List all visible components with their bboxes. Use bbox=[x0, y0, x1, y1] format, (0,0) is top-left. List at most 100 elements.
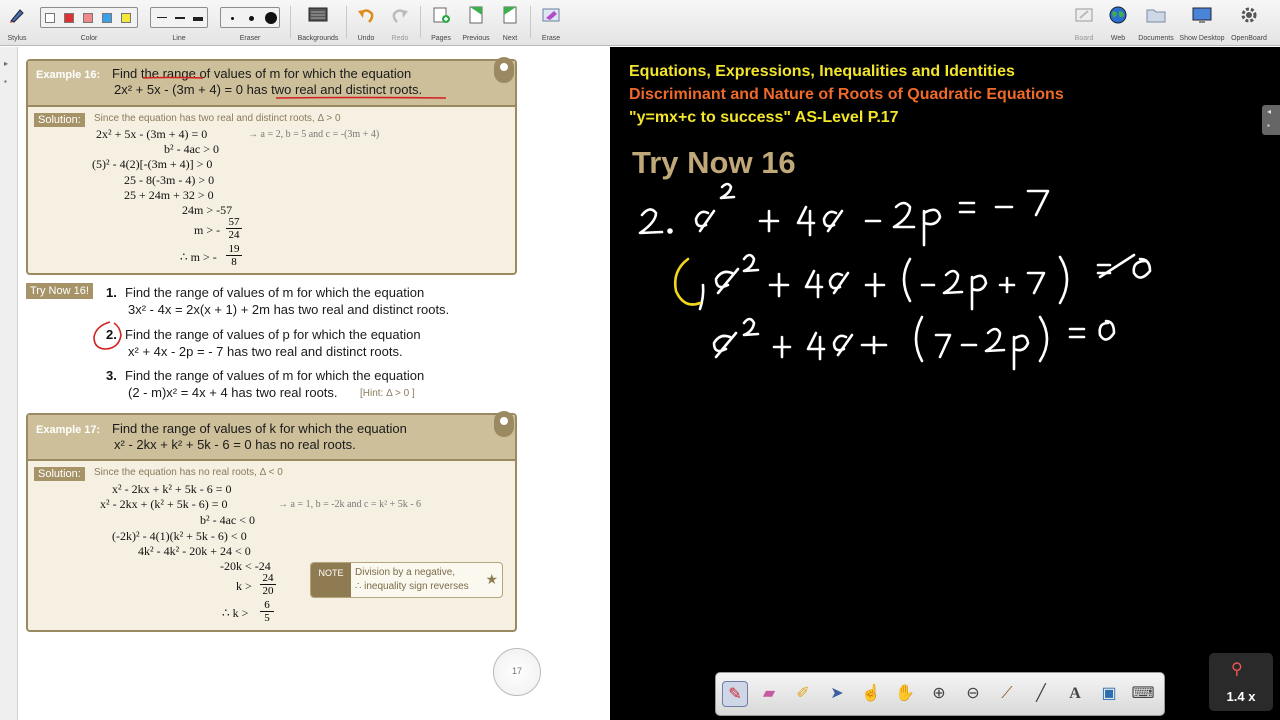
star-icon: ★ bbox=[485, 571, 498, 587]
line-width-icon bbox=[150, 7, 208, 28]
color-swatch-pink[interactable] bbox=[83, 13, 93, 23]
stylus-button[interactable]: Stylus bbox=[4, 2, 30, 44]
line-width-selector[interactable]: Line bbox=[150, 2, 208, 44]
undo-button[interactable]: Undo bbox=[352, 2, 380, 44]
solution-step: k > bbox=[236, 579, 252, 593]
eraser-size-selector[interactable]: Eraser bbox=[220, 2, 280, 44]
magnifier-icon: ⚲ bbox=[1231, 661, 1243, 678]
pen-icon: ✎ bbox=[728, 686, 742, 703]
board-icon bbox=[1074, 6, 1094, 24]
fraction: 24 20 bbox=[260, 572, 276, 597]
previous-page-icon bbox=[466, 6, 486, 24]
zoom-out-tool-button[interactable]: ⊖ bbox=[960, 681, 986, 707]
next-page-icon bbox=[500, 6, 520, 24]
line-tool-button[interactable]: ╱ bbox=[1028, 681, 1054, 707]
color-palette-icon bbox=[40, 7, 138, 28]
marker-tool-button[interactable]: ✐ bbox=[790, 681, 816, 707]
next-page-button[interactable]: Next bbox=[496, 2, 524, 44]
erase-icon bbox=[541, 6, 561, 24]
selector-tool-button[interactable]: ➤ bbox=[824, 681, 850, 707]
example-17-box: Example 17: Find the range of values of … bbox=[26, 411, 517, 632]
page-number-compass-icon: 17 bbox=[493, 648, 541, 696]
eraser-large[interactable] bbox=[265, 12, 277, 24]
zoom-in-tool-button[interactable]: ⊕ bbox=[926, 681, 952, 707]
left-side-panel-handle[interactable]: ▸ ▪ bbox=[0, 47, 18, 720]
pin-icon bbox=[494, 411, 514, 437]
page-marker-icon: ▪ bbox=[4, 77, 7, 86]
openboard-settings-button[interactable]: OpenBoard bbox=[1228, 2, 1270, 44]
brush-icon: ⟋ bbox=[1001, 685, 1013, 702]
redo-icon bbox=[390, 6, 410, 24]
fraction: 6 5 bbox=[260, 599, 274, 624]
solution-step: x² - 2kx + (k² + 5k - 6) = 0 bbox=[100, 497, 228, 511]
pages-button[interactable]: Pages bbox=[426, 2, 456, 44]
text-tool-button[interactable]: A bbox=[1062, 681, 1088, 707]
example-17-question-line2: x² - 2kx + k² + 5k - 6 = 0 has no real r… bbox=[114, 437, 356, 452]
page-number: 17 bbox=[511, 666, 522, 676]
selector-icon: ➤ bbox=[830, 685, 844, 702]
color-swatch-red[interactable] bbox=[64, 13, 74, 23]
line-thin[interactable] bbox=[157, 17, 167, 18]
right-panel-handle[interactable]: ◂ ▪ bbox=[1262, 105, 1280, 135]
line-icon: ╱ bbox=[1036, 685, 1046, 702]
color-swatch-white[interactable] bbox=[45, 13, 55, 23]
laser-pointer-tool-button[interactable]: ☝ bbox=[858, 681, 884, 707]
marker-icon: ✐ bbox=[796, 685, 810, 702]
color-picker[interactable]: Color bbox=[40, 2, 138, 44]
capture-tool-button[interactable]: ▣ bbox=[1096, 681, 1122, 707]
eraser-icon: ▰ bbox=[762, 685, 776, 702]
blackboard[interactable]: Equations, Expressions, Inequalities and… bbox=[610, 47, 1280, 720]
eraser-tool-button[interactable]: ▰ bbox=[756, 681, 782, 707]
erase-button[interactable]: Erase bbox=[536, 2, 566, 44]
backgrounds-icon bbox=[308, 6, 328, 24]
openboard-settings-icon bbox=[1239, 6, 1259, 24]
color-swatch-yellow[interactable] bbox=[121, 13, 131, 23]
color-swatch-blue[interactable] bbox=[102, 13, 112, 23]
hand-tool-button[interactable]: ✋ bbox=[892, 681, 918, 707]
zoom-in-icon: ⊕ bbox=[932, 685, 946, 702]
redo-button[interactable]: Redo bbox=[386, 2, 414, 44]
documents-button[interactable]: Documents bbox=[1138, 2, 1174, 44]
fraction-denominator: 20 bbox=[262, 585, 274, 597]
collapse-arrow-icon[interactable]: ▸ bbox=[4, 59, 8, 68]
web-button[interactable]: Web bbox=[1104, 2, 1132, 44]
zoom-indicator[interactable]: ⚲ 1.4 x bbox=[1209, 653, 1273, 711]
previous-page-button[interactable]: Previous bbox=[460, 2, 492, 44]
pages-icon bbox=[431, 6, 451, 24]
note-tag: NOTE bbox=[311, 563, 351, 597]
eraser-small[interactable] bbox=[231, 17, 234, 20]
solution-step: x² - 2kx + k² + 5k - 6 = 0 bbox=[112, 482, 232, 496]
solution-step: 4k² - 4k² - 20k + 24 < 0 bbox=[138, 544, 251, 558]
toolbar-divider bbox=[290, 6, 291, 38]
toolbar-divider bbox=[420, 6, 421, 38]
web-globe-icon bbox=[1108, 6, 1128, 24]
board-button[interactable]: Board bbox=[1070, 2, 1098, 44]
backgrounds-button[interactable]: Backgrounds bbox=[296, 2, 340, 44]
brush-tool-button[interactable]: ⟋ bbox=[994, 681, 1020, 707]
note-box: NOTE Division by a negative, ∴ inequalit… bbox=[310, 562, 503, 598]
line-thick[interactable] bbox=[193, 17, 203, 21]
floating-tool-bar: ✎ ▰ ✐ ➤ ☝ ✋ ⊕ ⊖ ⟋ ╱ A ▣ ⌨ bbox=[715, 672, 1165, 716]
keyboard-icon: ⌨ bbox=[1131, 685, 1155, 702]
show-desktop-button[interactable]: Show Desktop bbox=[1178, 2, 1226, 44]
main-toolbar: Stylus Color Line Eraser Backgrounds Und… bbox=[0, 0, 1280, 46]
note-line2: ∴ inequality sign reverses bbox=[355, 581, 469, 592]
line-medium[interactable] bbox=[175, 17, 185, 19]
documents-folder-icon bbox=[1146, 6, 1166, 24]
keyboard-tool-button[interactable]: ⌨ bbox=[1130, 681, 1156, 707]
coefficient-note: → a = 1, b = -2k and c = k² + 5k - 6 bbox=[278, 499, 422, 510]
handwritten-ink-layer bbox=[638, 182, 1152, 371]
undo-icon bbox=[356, 6, 376, 24]
eraser-medium[interactable] bbox=[249, 16, 254, 21]
note-line1: Division by a negative, bbox=[355, 567, 456, 578]
example-17-label: Example 17: bbox=[36, 424, 101, 436]
zoom-out-icon: ⊖ bbox=[966, 685, 980, 702]
fraction-numerator: 24 bbox=[260, 572, 276, 585]
pen-tool-button[interactable]: ✎ bbox=[722, 681, 748, 707]
document-page: Example 16: Find the range of values of … bbox=[18, 47, 610, 720]
capture-icon: ▣ bbox=[1101, 685, 1117, 702]
toolbar-divider bbox=[530, 6, 531, 38]
hand-icon: ✋ bbox=[895, 685, 915, 702]
example-17-question-line1: Find the range of values of k for which … bbox=[112, 421, 407, 436]
laser-pointer-icon: ☝ bbox=[861, 685, 881, 702]
